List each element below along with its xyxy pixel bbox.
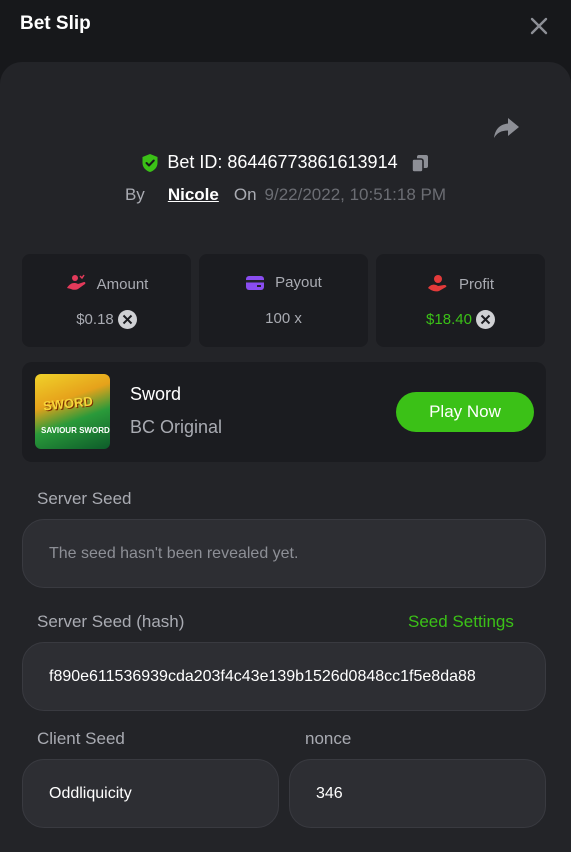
game-provider: BC Original xyxy=(130,417,223,437)
copy-icon[interactable] xyxy=(410,153,430,173)
user-link[interactable]: Nicole xyxy=(168,185,219,205)
client-seed-field[interactable]: Oddliquicity xyxy=(22,759,279,828)
profit-label: Profit xyxy=(458,275,494,293)
game-thumbnail[interactable]: SWORD SAVIOUR SWORD xyxy=(35,374,110,449)
server-seed-hash-label: Server Seed (hash) xyxy=(37,612,185,631)
nonce-label: nonce xyxy=(305,729,352,748)
bet-byline: By Nicole On 9/22/2022, 10:51:18 PM xyxy=(0,185,571,205)
currency-coin-icon xyxy=(475,310,495,329)
bet-date: 9/22/2022, 10:51:18 PM xyxy=(264,185,447,204)
shield-check-icon xyxy=(142,153,158,172)
currency-coin-icon xyxy=(117,310,137,329)
thumbnail-subtitle: SAVIOUR SWORD xyxy=(41,426,110,435)
play-now-button[interactable]: Play Now xyxy=(396,392,534,432)
game-name: Sword xyxy=(130,384,182,404)
amount-label: Amount xyxy=(96,275,149,293)
bet-id: Bet ID: 86446773861613914 xyxy=(167,152,398,172)
amount-card: Amount $0.18 xyxy=(22,254,191,347)
payout-label: Payout xyxy=(275,274,322,291)
by-label: By xyxy=(124,185,145,204)
share-button[interactable] xyxy=(491,115,521,141)
seed-settings-link[interactable]: Seed Settings xyxy=(408,612,514,632)
amount-value: $0.18 xyxy=(76,311,114,328)
on-label: On xyxy=(233,185,257,204)
bet-slip-header: Bet Slip xyxy=(0,0,571,50)
share-icon xyxy=(494,118,519,138)
payout-card: Payout 100 x xyxy=(199,254,368,347)
page-title: Bet Slip xyxy=(20,13,91,34)
profit-icon xyxy=(427,275,447,292)
nonce-field[interactable]: 346 xyxy=(289,759,546,828)
profit-card: Profit $18.40 xyxy=(376,254,545,347)
game-card: SWORD SAVIOUR SWORD Sword BC Original Pl… xyxy=(22,362,546,462)
server-seed-label: Server Seed xyxy=(37,489,132,508)
close-button[interactable] xyxy=(527,14,551,38)
close-icon xyxy=(530,17,548,35)
server-seed-field[interactable]: The seed hasn't been revealed yet. xyxy=(22,519,546,588)
thumbnail-title: SWORD xyxy=(42,393,94,414)
server-seed-hash-field[interactable]: f890e611536939cda203f4c43e139b1526d0848c… xyxy=(22,642,546,711)
profit-value: $18.40 xyxy=(426,311,472,328)
client-seed-label: Client Seed xyxy=(37,729,125,748)
amount-icon xyxy=(66,274,86,290)
payout-value: 100 x xyxy=(265,310,302,327)
payout-icon xyxy=(246,275,265,290)
bet-id-row: Bet ID: 86446773861613914 xyxy=(0,152,571,173)
